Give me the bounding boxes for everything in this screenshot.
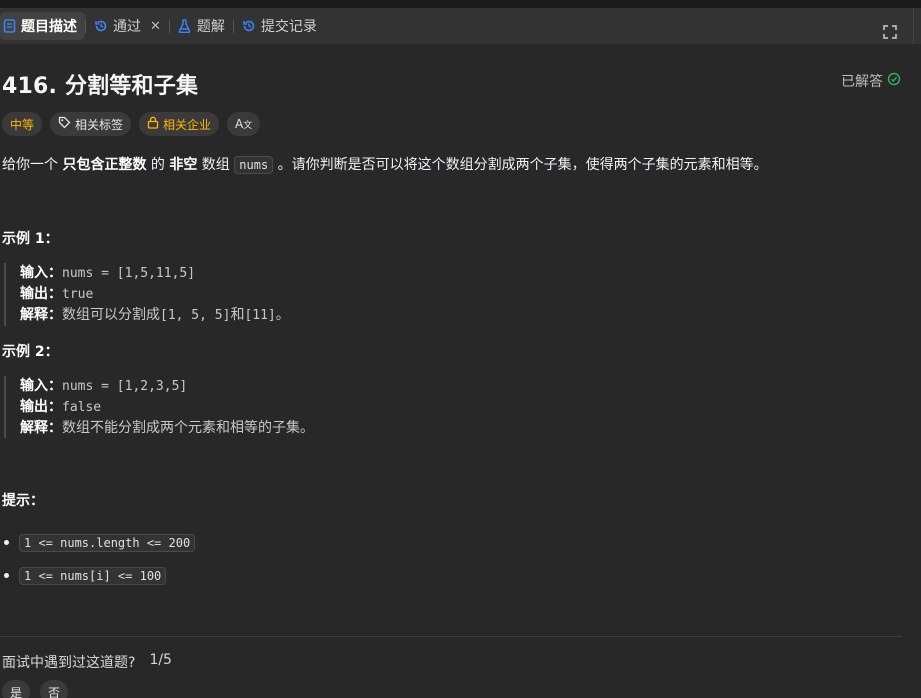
example-output: true [62, 287, 94, 302]
tab-description-label: 题目描述 [21, 19, 77, 35]
lock-icon [147, 116, 159, 132]
tab-solutions[interactable]: 题解 [170, 12, 233, 40]
interview-progress: 1/5 [149, 652, 172, 668]
check-circle-icon [887, 72, 901, 90]
solved-status: 已解答 [841, 71, 901, 91]
related-companies-button[interactable]: 相关企业 [139, 112, 220, 136]
related-tags-button[interactable]: 相关标签 [50, 112, 132, 136]
inline-code: nums [234, 156, 274, 174]
tag-row: 中等 相关标签 相关企业 A文 [2, 112, 261, 136]
window-top-strip [0, 0, 921, 8]
divider [0, 636, 902, 637]
description-icon [2, 19, 16, 33]
hints-heading: 提示： [2, 493, 44, 509]
difficulty-badge[interactable]: 中等 [2, 112, 43, 136]
tab-accepted[interactable]: 通过 ✕ [86, 12, 169, 40]
panel-edge [913, 8, 921, 44]
example-2-block: 输入： nums = [1,2,3,5] 输出： false 解释： 数组不能分割成两… [4, 376, 404, 438]
tab-description[interactable]: 题目描述 [0, 12, 85, 40]
tab-solutions-label: 题解 [196, 19, 225, 35]
example-output: false [62, 400, 102, 415]
example-input: nums = [1,2,3,5] [62, 379, 188, 394]
list-item: 1 <= nums.length <= 200 [2, 526, 196, 559]
example-2-heading: 示例 2： [2, 344, 59, 360]
constraint-code: 1 <= nums[i] <= 100 [19, 566, 167, 585]
example-input: nums = [1,5,11,5] [62, 266, 196, 281]
problem-description: 给你一个 只包含正整数 的 非空 数组 nums 。请你判断是否可以将这个数组分… [2, 156, 768, 174]
related-tags-label: 相关标签 [75, 117, 124, 132]
problem-description-panel: 416. 分割等和子集 已解答 中等 相关标签 相关企业 A文 给你一个 只包含… [0, 44, 921, 698]
constraint-code: 1 <= nums.length <= 200 [19, 533, 196, 552]
no-button[interactable]: 否 [40, 680, 68, 698]
problem-title: 416. 分割等和子集 [2, 74, 199, 99]
interview-question: 面试中遇到过这道题? [2, 655, 136, 671]
tab-submissions-label: 提交记录 [260, 19, 317, 35]
flask-icon [178, 19, 192, 33]
tab-submissions[interactable]: 提交记录 [234, 12, 325, 40]
font-size-button[interactable]: A文 [227, 112, 261, 136]
font-size-icon: A文 [235, 117, 253, 131]
interview-answer-buttons: 是 否 [2, 680, 68, 698]
tag-icon [58, 116, 71, 132]
history-icon [242, 19, 256, 33]
close-icon[interactable]: ✕ [150, 19, 161, 34]
list-item: 1 <= nums[i] <= 100 [2, 559, 195, 592]
history-icon [94, 19, 108, 33]
interview-prompt: 面试中遇到过这道题? 1/5 [2, 652, 172, 672]
tab-accepted-label: 通过 [113, 19, 141, 35]
solved-label: 已解答 [841, 74, 883, 90]
constraints-list: 1 <= nums.length <= 200 1 <= nums[i] <= … [2, 526, 196, 592]
fullscreen-icon[interactable] [883, 25, 897, 39]
example-1-block: 输入： nums = [1,5,11,5] 输出： true 解释： 数组可以分割成 … [4, 263, 404, 326]
yes-button[interactable]: 是 [2, 680, 30, 698]
tab-bar: 题目描述 通过 ✕ 题解 提交记录 [0, 8, 921, 44]
example-1-heading: 示例 1： [2, 231, 59, 247]
related-companies-label: 相关企业 [163, 117, 212, 132]
